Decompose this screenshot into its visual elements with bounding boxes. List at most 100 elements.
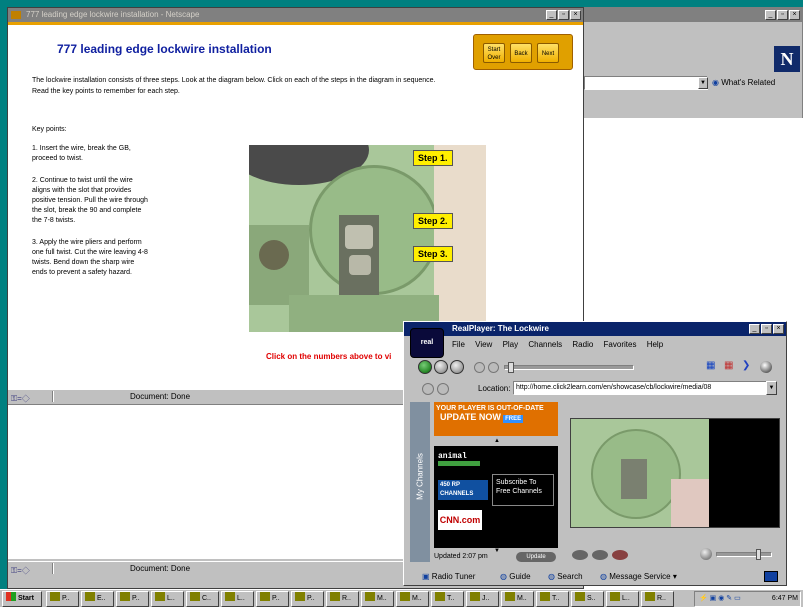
netscape-app-icon — [11, 11, 21, 19]
taskbar-button[interactable]: R.. — [326, 591, 359, 607]
start-button[interactable]: Start — [2, 591, 42, 607]
taskbar-button[interactable]: M.. — [396, 591, 429, 607]
taskbar-button-label: P.. — [62, 595, 70, 602]
position-slider[interactable] — [504, 365, 634, 370]
menu-channels[interactable]: Channels — [528, 340, 562, 349]
whats-related-button[interactable]: ◉ What's Related — [712, 78, 775, 87]
play-button[interactable] — [418, 360, 432, 374]
search-link[interactable]: ◍ Search — [548, 572, 583, 581]
minimize-button[interactable]: _ — [765, 10, 776, 20]
key-point-2: 2. Continue to twist until the wire alig… — [32, 177, 148, 224]
taskbar-button[interactable]: T.. — [431, 591, 464, 607]
message-service-link[interactable]: ◍ Message Service ▾ — [600, 572, 677, 581]
taskbar-button[interactable]: P.. — [291, 591, 324, 607]
windows-logo-icon — [6, 592, 16, 601]
realplayer-menu-bar: File View Play Channels Radio Favorites … — [452, 340, 671, 349]
taskbar-button[interactable]: L.. — [151, 591, 184, 607]
taskbar-button[interactable]: L.. — [221, 591, 254, 607]
system-tray: ⚡ ▣ ◉ ✎ ▭ 6:47 PM — [694, 591, 801, 607]
scroll-down-arrow[interactable]: ▼ — [494, 548, 500, 554]
monitor-icon[interactable] — [764, 571, 778, 582]
taskbar-button[interactable]: M.. — [361, 591, 394, 607]
update-ad-banner[interactable]: YOUR PLAYER IS OUT-OF-DATE UPDATE NOW FR… — [434, 402, 558, 436]
next-button[interactable]: Next — [537, 43, 559, 63]
search-icon: ◍ — [548, 572, 555, 581]
pause-button[interactable] — [434, 360, 448, 374]
taskbar-button[interactable]: J.. — [466, 591, 499, 607]
volume-thumb[interactable] — [756, 549, 761, 560]
netscape-titlebar: 777 leading edge lockwire installation -… — [8, 8, 583, 22]
ad-line-1: YOUR PLAYER IS OUT-OF-DATE — [436, 405, 544, 412]
application-icon — [435, 592, 445, 601]
click-hint: Click on the numbers above to vi — [266, 352, 392, 361]
taskbar-button-label: P.. — [132, 595, 140, 602]
taskbar-button[interactable]: T.. — [536, 591, 569, 607]
location-dropdown[interactable] — [584, 76, 708, 90]
update-button[interactable]: Update — [516, 552, 556, 562]
mute-button[interactable] — [572, 550, 588, 560]
channel-list: animal 450 RP CHANNELS Subscribe To Free… — [434, 446, 558, 548]
minimize-button[interactable]: _ — [749, 324, 760, 334]
taskbar-button[interactable]: R.. — [641, 591, 674, 607]
location-dropdown-button[interactable]: ▼ — [766, 381, 777, 395]
whats-related-icon: ◉ — [712, 78, 719, 87]
menu-favorites[interactable]: Favorites — [604, 340, 637, 349]
channels-icon[interactable]: ❯ — [742, 360, 750, 371]
step-1-marker[interactable]: Step 1. — [413, 150, 453, 166]
taskbar-button[interactable]: E.. — [81, 591, 114, 607]
stop-button[interactable] — [450, 360, 464, 374]
my-channels-tab[interactable]: My Channels — [410, 402, 430, 562]
guide-icon: ◍ — [500, 572, 507, 581]
cnn-channel[interactable]: CNN.com — [438, 510, 482, 530]
application-icon — [365, 592, 375, 601]
taskbar-button[interactable]: C.. — [186, 591, 219, 607]
back-button[interactable]: Back — [510, 43, 532, 63]
favorites-icon[interactable]: ▦ — [724, 360, 733, 371]
menu-help[interactable]: Help — [647, 340, 663, 349]
slider-thumb[interactable] — [508, 362, 514, 373]
real-globe-icon[interactable] — [760, 361, 772, 373]
taskbar-button[interactable]: P.. — [256, 591, 289, 607]
menu-radio[interactable]: Radio — [572, 340, 593, 349]
taskbar-button[interactable]: P.. — [46, 591, 79, 607]
subscribe-box[interactable]: Subscribe To Free Channels — [492, 474, 554, 506]
fast-forward-button[interactable] — [488, 362, 499, 373]
maximize-button[interactable]: ▫ — [777, 10, 788, 20]
maximize-button[interactable]: ▫ — [761, 324, 772, 334]
radio-tuner-link[interactable]: ▣ Radio Tuner — [422, 572, 475, 581]
video-display — [570, 418, 780, 528]
menu-view[interactable]: View — [475, 340, 492, 349]
minimize-button[interactable]: _ — [546, 10, 557, 20]
presets-icon[interactable]: ▦ — [706, 360, 715, 371]
rewind-button[interactable] — [474, 362, 485, 373]
application-icon — [330, 592, 340, 601]
volume-slider[interactable] — [716, 552, 772, 557]
scroll-up-arrow[interactable]: ▲ — [494, 438, 500, 444]
dropdown-arrow-button[interactable]: ▼ — [698, 77, 708, 89]
taskbar-button[interactable]: P.. — [116, 591, 149, 607]
record-button[interactable] — [612, 550, 628, 560]
taskbar-button-label: S.. — [587, 595, 596, 602]
zoom-button[interactable] — [592, 550, 608, 560]
close-button[interactable]: × — [789, 10, 800, 20]
back-arrow-icon[interactable] — [422, 383, 434, 395]
menu-play[interactable]: Play — [503, 340, 519, 349]
animal-channel[interactable]: animal — [438, 452, 486, 472]
step-2-marker[interactable]: Step 2. — [413, 213, 453, 229]
maximize-button[interactable]: ▫ — [558, 10, 569, 20]
close-button[interactable]: × — [570, 10, 581, 20]
taskbar-button[interactable]: S.. — [571, 591, 604, 607]
forward-arrow-icon[interactable] — [437, 383, 449, 395]
channels-count-badge[interactable]: 450 RP CHANNELS — [438, 480, 488, 500]
volume-knob[interactable] — [700, 548, 712, 560]
menu-file[interactable]: File — [452, 340, 465, 349]
step-3-marker[interactable]: Step 3. — [413, 246, 453, 262]
application-icon — [260, 592, 270, 601]
guide-link[interactable]: ◍ Guide — [500, 572, 531, 581]
taskbar-button[interactable]: M.. — [501, 591, 534, 607]
realplayer-title: RealPlayer: The Lockwire — [452, 324, 549, 333]
start-over-button[interactable]: Start Over — [483, 43, 505, 63]
taskbar-button[interactable]: L.. — [606, 591, 639, 607]
close-button[interactable]: × — [773, 324, 784, 334]
location-input[interactable]: http://home.click2learn.com/en/showcase/… — [513, 381, 767, 395]
